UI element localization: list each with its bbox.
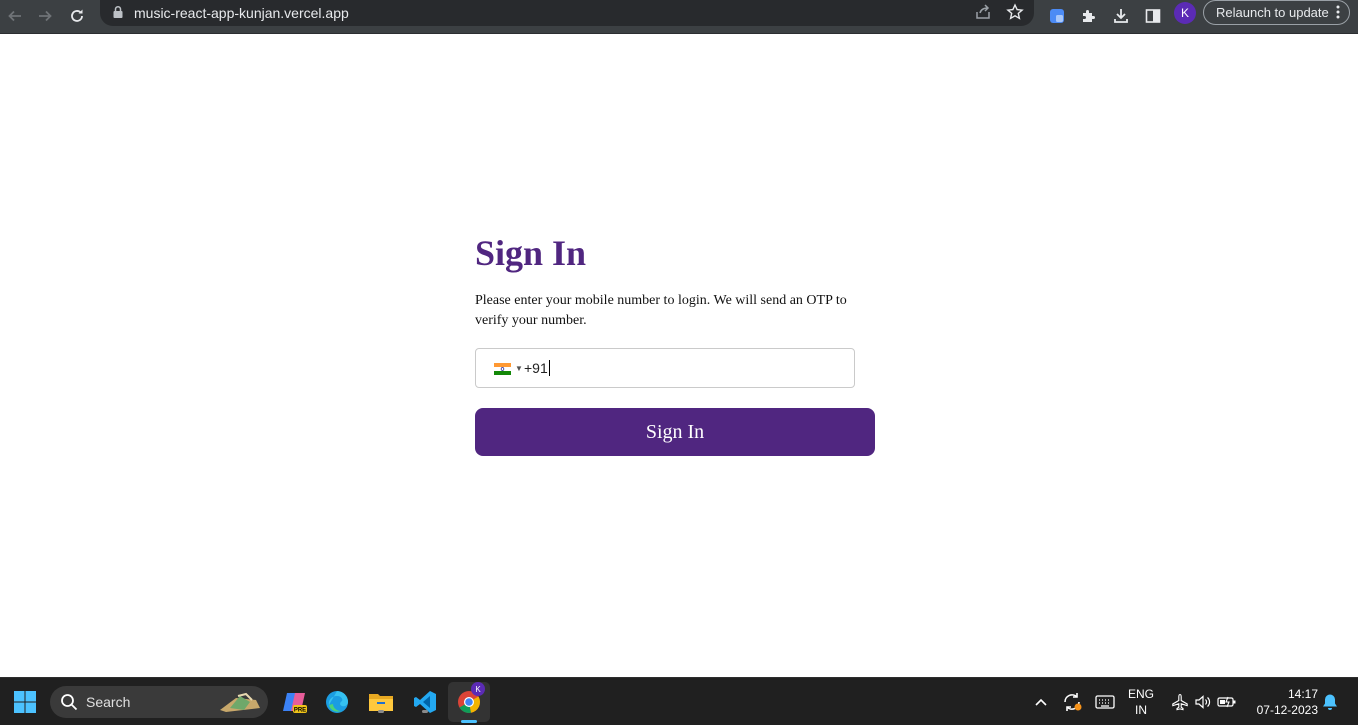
share-icon: [976, 4, 990, 19]
running-indicator: [422, 710, 428, 713]
relaunch-label: Relaunch to update: [1216, 5, 1329, 20]
edge-icon: [326, 691, 348, 713]
address-bar[interactable]: music-react-app-kunjan.vercel.app: [100, 0, 1034, 26]
star-icon: [1006, 3, 1024, 20]
download-icon: [1114, 9, 1128, 23]
taskbar: Search PRE K ENG IN 14:17 07-12-2023: [0, 677, 1358, 725]
reload-button[interactable]: [64, 3, 90, 29]
notifications-button[interactable]: [1316, 688, 1344, 716]
side-panel-button[interactable]: [1140, 3, 1166, 29]
running-indicator: [378, 710, 384, 713]
more-menu-icon: [1336, 5, 1340, 19]
vscode-app[interactable]: [411, 688, 439, 716]
clock[interactable]: 14:17 07-12-2023: [1250, 686, 1318, 718]
clock-time: 14:17: [1287, 687, 1318, 701]
lock-icon: [113, 5, 123, 18]
windows-logo-icon: [14, 691, 36, 713]
chrome-profile-badge: K: [471, 682, 485, 696]
profile-avatar[interactable]: K: [1174, 2, 1196, 24]
speaker-icon: [1195, 695, 1211, 709]
sync-tray-button[interactable]: [1058, 688, 1086, 716]
chevron-up-icon: [1035, 698, 1047, 706]
phone-number-input[interactable]: ▼ +91: [475, 348, 855, 388]
extension-app-icon: [1050, 9, 1064, 23]
svg-text:PRE: PRE: [294, 708, 306, 714]
clock-date: 07-12-2023: [1256, 703, 1318, 717]
language-indicator[interactable]: ENG IN: [1124, 686, 1158, 718]
text-cursor: [548, 360, 550, 376]
sign-in-button[interactable]: Sign In: [475, 408, 875, 456]
bell-icon: [1323, 694, 1337, 710]
back-arrow-icon: [8, 10, 21, 22]
search-highlight-icon: [220, 692, 260, 712]
extension-button[interactable]: [1044, 3, 1070, 29]
edge-app[interactable]: [323, 688, 351, 716]
taskbar-search[interactable]: Search: [50, 686, 268, 718]
battery-charging-icon: [1217, 696, 1236, 708]
forward-arrow-icon: [39, 10, 52, 22]
bookmark-button[interactable]: [1006, 3, 1024, 26]
india-flag-icon[interactable]: [494, 363, 511, 375]
share-button[interactable]: [974, 3, 992, 26]
phone-value[interactable]: +91: [524, 360, 550, 376]
relaunch-button[interactable]: Relaunch to update: [1203, 0, 1350, 25]
url-text[interactable]: music-react-app-kunjan.vercel.app: [134, 5, 349, 21]
chrome-app[interactable]: K: [455, 682, 485, 723]
country-dropdown-caret-icon[interactable]: ▼: [515, 364, 523, 373]
battery-status[interactable]: [1213, 688, 1241, 716]
search-label: Search: [86, 694, 131, 710]
language-code: ENG: [1127, 687, 1154, 701]
sync-icon: [1064, 693, 1082, 711]
signin-description: Please enter your mobile number to login…: [475, 293, 847, 328]
reload-icon: [71, 9, 83, 22]
back-button[interactable]: [2, 3, 28, 29]
touch-keyboard-button[interactable]: [1091, 688, 1119, 716]
active-indicator: [461, 720, 477, 723]
country-code-text: +91: [524, 360, 548, 376]
puzzle-icon: [1083, 10, 1095, 22]
search-icon: [61, 694, 78, 711]
page-title: Sign In: [475, 233, 587, 273]
copilot-app[interactable]: PRE: [280, 688, 308, 716]
airplane-icon: [1172, 693, 1188, 711]
keyboard-icon: [1095, 695, 1115, 709]
downloads-button[interactable]: [1108, 3, 1134, 29]
extensions-menu-button[interactable]: [1076, 3, 1102, 29]
show-hidden-icons-button[interactable]: [1027, 688, 1055, 716]
region-code: IN: [1135, 703, 1147, 717]
side-panel-icon: [1145, 9, 1161, 23]
browser-toolbar: music-react-app-kunjan.vercel.app K Rela…: [0, 0, 1358, 34]
file-explorer-app[interactable]: [367, 688, 395, 716]
forward-button[interactable]: [32, 3, 58, 29]
start-button[interactable]: [11, 688, 39, 716]
copilot-icon: PRE: [283, 693, 307, 714]
